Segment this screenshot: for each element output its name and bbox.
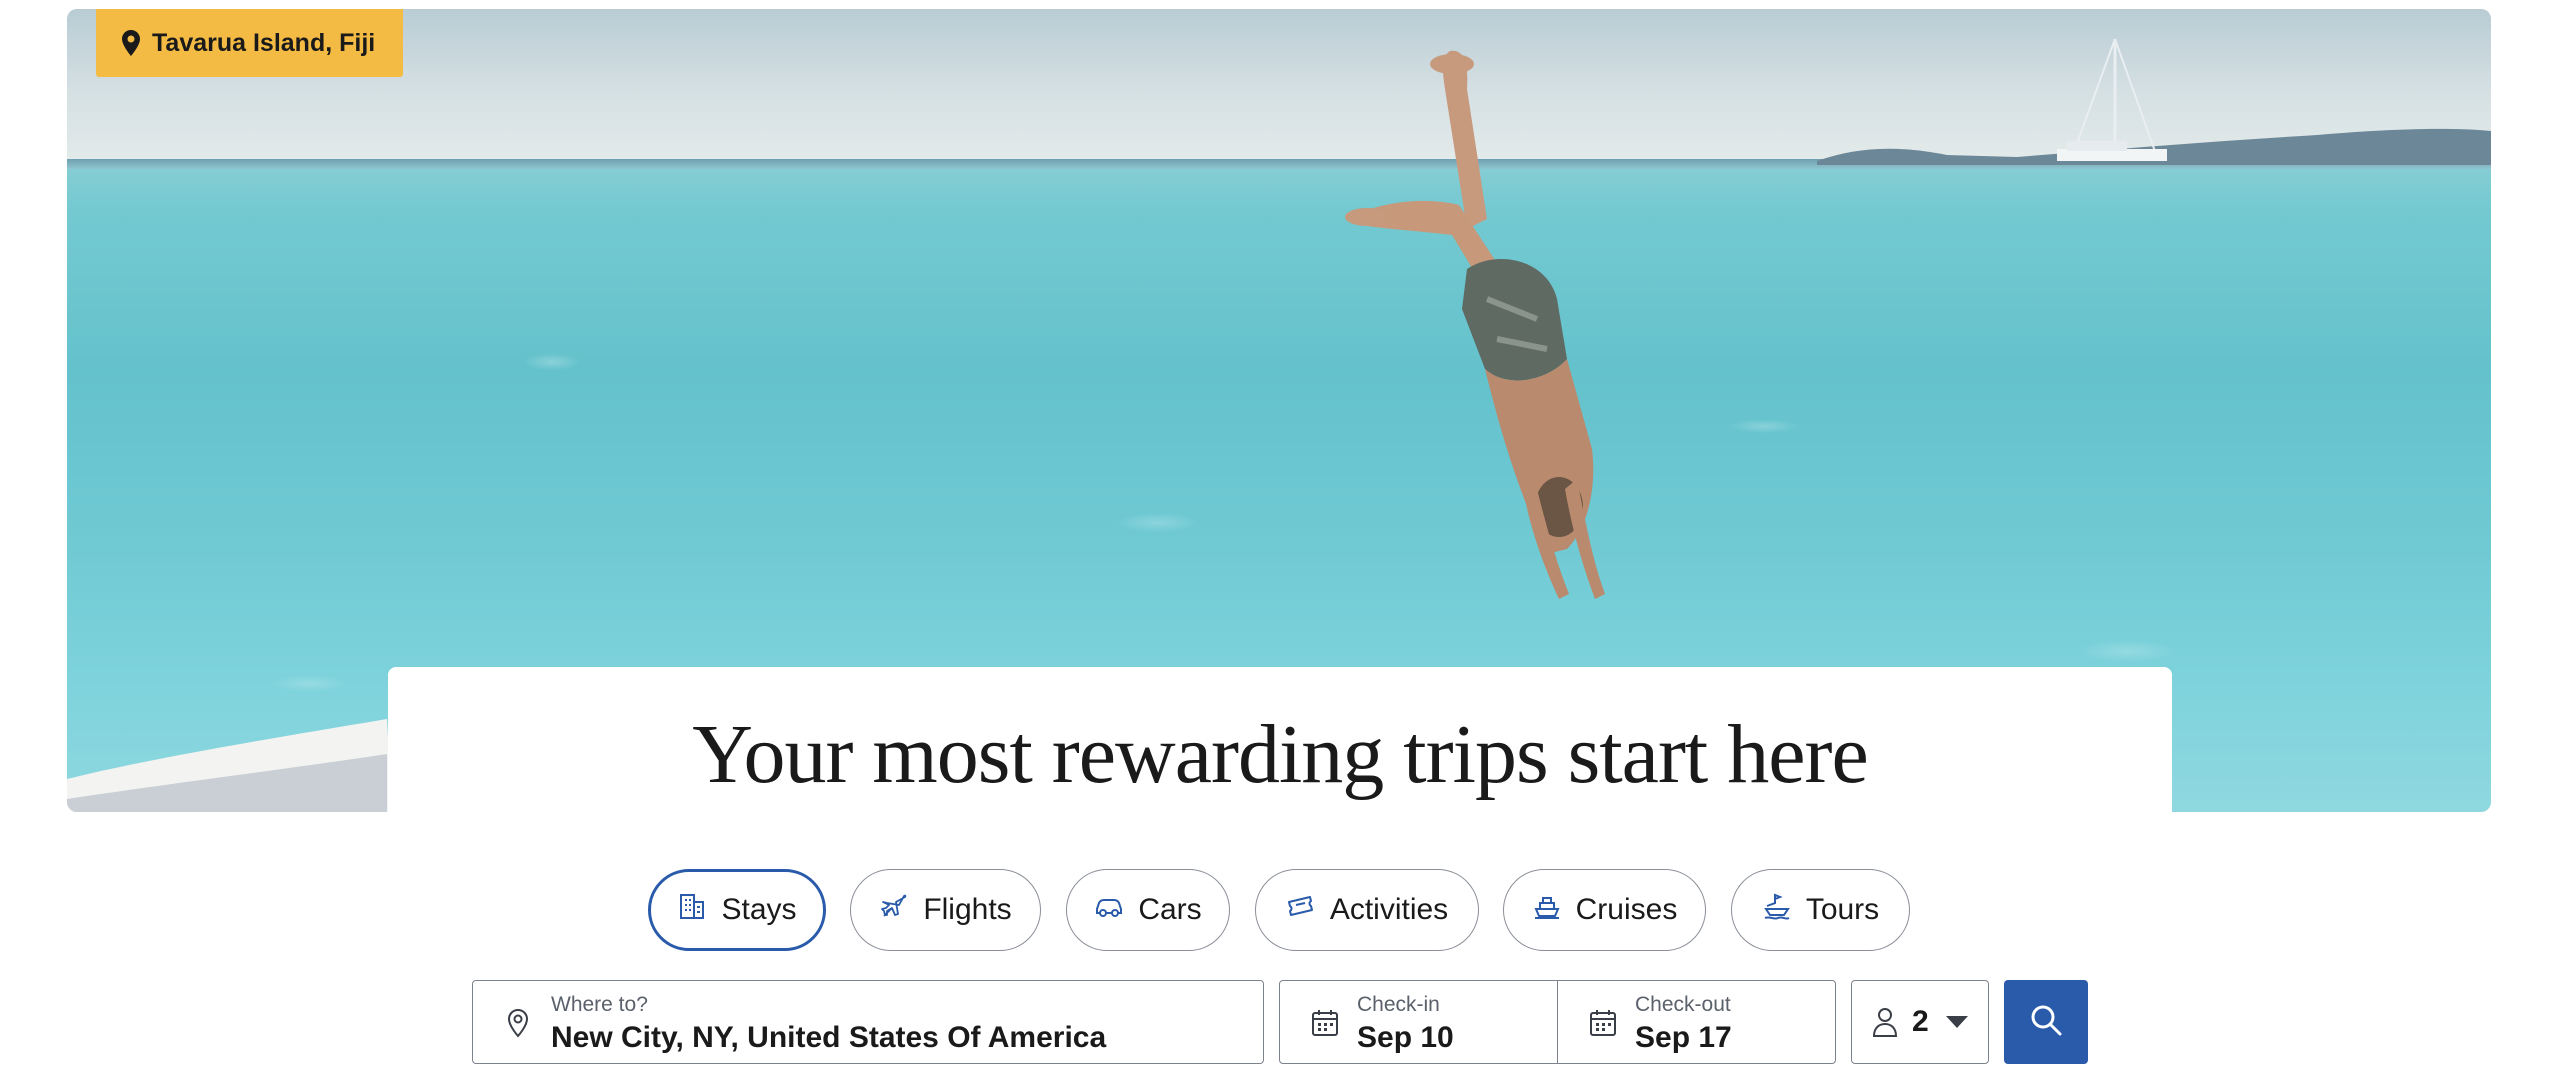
tab-label: Tours (1805, 893, 1880, 926)
location-badge: Tavarua Island, Fiji (96, 9, 404, 77)
tab-label: Cars (1138, 893, 1202, 926)
check-out-field[interactable]: Check-out Sep 17 (1557, 980, 1836, 1064)
destination-label: Where to? (551, 993, 648, 1016)
search-icon (2028, 1002, 2064, 1043)
caret-down-icon (1945, 1014, 1969, 1030)
search-button[interactable] (2004, 980, 2088, 1064)
page-headline: Your most rewarding trips start here (692, 707, 1869, 801)
car-icon (1094, 891, 1124, 929)
sailboat-illustration (2057, 38, 2167, 161)
headline-card: Your most rewarding trips start here (388, 667, 2172, 813)
check-in-label: Check-in (1357, 993, 1440, 1016)
check-out-value: Sep 17 (1635, 1021, 1732, 1054)
tab-label: Flights (923, 893, 1012, 926)
building-icon (677, 891, 707, 929)
tab-label: Cruises (1575, 893, 1678, 926)
travelers-selector[interactable]: 2 (1851, 980, 1989, 1064)
ship-icon (1532, 891, 1562, 929)
travel-type-tabs: Stays Flights Cars Activities Cruises To… (0, 869, 2560, 951)
calendar-icon (1588, 1007, 1618, 1039)
person-icon (1870, 1005, 1900, 1039)
destination-value: New City, NY, United States Of America (551, 1021, 1107, 1054)
tab-label: Activities (1329, 893, 1449, 926)
diver-illustration (1345, 50, 1605, 599)
tab-label: Stays (721, 893, 797, 926)
check-out-label: Check-out (1635, 993, 1731, 1016)
tab-cruises[interactable]: Cruises (1503, 869, 1706, 951)
tab-cars[interactable]: Cars (1066, 869, 1230, 951)
tab-flights[interactable]: Flights (850, 869, 1041, 951)
destination-field[interactable]: Where to? New City, NY, United States Of… (472, 980, 1264, 1064)
tour-icon (1762, 891, 1792, 929)
location-label: Tavarua Island, Fiji (152, 28, 376, 57)
map-pin-icon (503, 1007, 533, 1039)
map-pin-icon (122, 30, 140, 56)
check-in-field[interactable]: Check-in Sep 10 (1279, 980, 1558, 1064)
ticket-icon (1286, 891, 1316, 929)
plane-icon (879, 891, 909, 929)
tab-tours[interactable]: Tours (1731, 869, 1910, 951)
tab-stays[interactable]: Stays (648, 869, 826, 951)
check-in-value: Sep 10 (1357, 1021, 1454, 1054)
tab-activities[interactable]: Activities (1255, 869, 1479, 951)
calendar-icon (1310, 1007, 1340, 1039)
travelers-count: 2 (1912, 1005, 1929, 1038)
